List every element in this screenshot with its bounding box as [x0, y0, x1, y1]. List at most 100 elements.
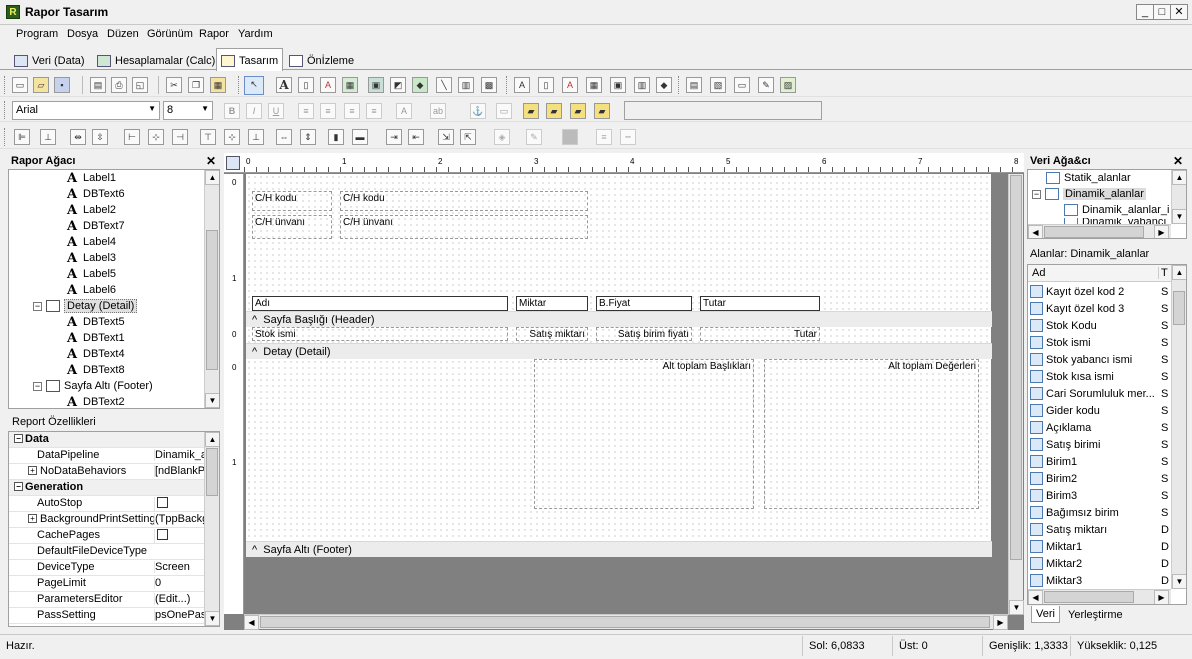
- close-icon[interactable]: ✕: [1173, 154, 1183, 168]
- fields-hscroll[interactable]: ◀ ▶: [1028, 589, 1171, 604]
- tree-item[interactable]: A DBText4: [65, 346, 125, 362]
- tab-data[interactable]: Veri (Data): [10, 50, 89, 70]
- tree-item[interactable]: A DBText1: [65, 330, 125, 346]
- ch-code-field[interactable]: C/H kodu: [340, 191, 588, 211]
- cut-icon[interactable]: ✂: [166, 77, 182, 93]
- select-arrow-icon[interactable]: ↖: [244, 76, 264, 95]
- field-row[interactable]: Cari Sorumluluk mer... S: [1028, 385, 1171, 402]
- tab-preview[interactable]: Önİzleme: [285, 50, 358, 70]
- align-right-edges-icon[interactable]: ⊣: [172, 129, 188, 145]
- richtext-tool-icon[interactable]: A: [320, 77, 336, 93]
- prop-row[interactable]: AutoStop: [9, 496, 216, 512]
- dbimage-tool-icon[interactable]: ▣: [610, 77, 626, 93]
- copy-icon[interactable]: ❐: [188, 77, 204, 93]
- calc-tool-icon[interactable]: ▦: [342, 77, 358, 93]
- tree-item-footer[interactable]: − Sayfa Altı (Footer): [33, 378, 153, 394]
- ruler-corner-icon[interactable]: [226, 156, 240, 170]
- prop-row[interactable]: PassSetting psOnePass: [9, 608, 216, 624]
- checkbox[interactable]: [157, 497, 168, 508]
- scroll-thumb[interactable]: [206, 448, 218, 496]
- align-right-icon[interactable]: ≡: [344, 103, 360, 119]
- 2dbarcode-tool-icon[interactable]: ▩: [481, 77, 497, 93]
- ch-title-label[interactable]: C/H ünvanı: [252, 215, 332, 239]
- scroll-right-icon[interactable]: ▶: [1154, 225, 1169, 238]
- detail-field-price[interactable]: Satış birim fiyatı: [596, 327, 692, 341]
- close-icon[interactable]: ✕: [206, 154, 216, 168]
- scroll-right-icon[interactable]: ▶: [993, 615, 1008, 630]
- field-row[interactable]: Bağımsız birim S: [1028, 504, 1171, 521]
- scroll-down-icon[interactable]: ▼: [1172, 574, 1186, 589]
- data-tree-item[interactable]: Statik_alanlar: [1046, 170, 1131, 186]
- font-name-combo[interactable]: Arial ▼: [12, 101, 160, 120]
- font-size-combo[interactable]: 8 ▼: [163, 101, 213, 120]
- field-row[interactable]: Açıklama S: [1028, 419, 1171, 436]
- menu-gorunum[interactable]: Görünüm: [147, 28, 193, 40]
- prop-row[interactable]: DeviceType Screen: [9, 560, 216, 576]
- align-lefts-icon[interactable]: ⊫: [14, 129, 30, 145]
- checkbox[interactable]: [157, 529, 168, 540]
- prop-row[interactable]: DataPipelineDinamik_alanlar: [9, 448, 216, 464]
- dbrichtext-tool-icon[interactable]: A: [562, 77, 578, 93]
- collapse-icon[interactable]: −: [33, 381, 42, 391]
- picture-tool-icon[interactable]: ◩: [390, 77, 406, 93]
- field-row[interactable]: Satış birimi S: [1028, 436, 1171, 453]
- dbchart-tool-icon[interactable]: ◆: [656, 77, 672, 93]
- tree-item[interactable]: A DBText6: [65, 186, 125, 202]
- paste-icon[interactable]: ▦: [210, 77, 226, 93]
- scroll-down-icon[interactable]: ▼: [205, 393, 219, 408]
- scroll-down-icon[interactable]: ▼: [205, 611, 219, 626]
- dbtext-tool-icon[interactable]: A: [514, 77, 530, 93]
- print-preview-icon[interactable]: ◱: [132, 77, 148, 93]
- field-row[interactable]: Miktar2 D: [1028, 555, 1171, 572]
- align-center-icon[interactable]: ≡: [320, 103, 336, 119]
- scroll-down-icon[interactable]: ▼: [1172, 209, 1186, 224]
- tree-item[interactable]: A DBText2: [65, 394, 125, 409]
- bold-icon[interactable]: B: [224, 103, 240, 119]
- send-back-icon[interactable]: ▰: [546, 103, 562, 119]
- menu-duzen[interactable]: Düzen: [107, 28, 139, 40]
- font-color-icon[interactable]: A: [396, 103, 412, 119]
- tab-veri[interactable]: Veri: [1031, 606, 1060, 623]
- tree-item[interactable]: A Label5: [65, 266, 116, 282]
- field-row[interactable]: Kayıt özel kod 2 S: [1028, 283, 1171, 300]
- field-row[interactable]: Kayıt özel kod 3 S: [1028, 300, 1171, 317]
- properties-scrollbar[interactable]: ▲ ▼: [204, 432, 219, 626]
- subreport-tool-icon[interactable]: ▧: [710, 77, 726, 93]
- expand-icon[interactable]: +: [28, 466, 37, 475]
- maximize-button[interactable]: □: [1153, 4, 1171, 20]
- tree-scrollbar[interactable]: ▲ ▼: [204, 170, 219, 408]
- nudge-icon[interactable]: ⊥: [40, 129, 56, 145]
- scroll-left-icon[interactable]: ◀: [1028, 225, 1043, 238]
- prop-row[interactable]: +NoDataBehaviors[ndBlankPage]: [9, 464, 216, 480]
- new-icon[interactable]: ▭: [12, 77, 28, 93]
- field-row[interactable]: Birim2 S: [1028, 470, 1171, 487]
- justify-icon[interactable]: ≡: [366, 103, 382, 119]
- print-icon[interactable]: ⎙: [111, 77, 127, 93]
- align-vcenter-icon[interactable]: ⊹: [224, 129, 240, 145]
- scroll-up-icon[interactable]: ▲: [1172, 170, 1186, 185]
- header-band-bar[interactable]: ^ Sayfa Başlığı (Header): [246, 311, 992, 327]
- field-row[interactable]: Stok kısa ismi S: [1028, 368, 1171, 385]
- center-horiz-icon[interactable]: ⇔: [276, 129, 292, 145]
- region-tool-icon[interactable]: ▤: [686, 77, 702, 93]
- save-icon[interactable]: ▪: [54, 77, 70, 93]
- align-hcenter-icon[interactable]: ⊹: [148, 129, 164, 145]
- line-style-icon[interactable]: ┅: [620, 129, 636, 145]
- bring-front-icon[interactable]: ▰: [523, 103, 539, 119]
- prop-row[interactable]: DefaultFileDeviceType: [9, 544, 216, 560]
- col-header-type[interactable]: T: [1158, 267, 1168, 279]
- menu-dosya[interactable]: Dosya: [67, 28, 98, 40]
- design-hscrollbar[interactable]: ◀ ▶: [244, 614, 1008, 630]
- ch-title-field[interactable]: C/H ünvanı: [340, 215, 588, 239]
- data-tree-hscroll[interactable]: ◀ ▶: [1028, 224, 1171, 238]
- dbmemo-tool-icon[interactable]: ▯: [538, 77, 554, 93]
- forward-icon[interactable]: ▰: [570, 103, 586, 119]
- field-row[interactable]: Satış miktarı D: [1028, 521, 1171, 538]
- scroll-down-icon[interactable]: ▼: [1009, 600, 1024, 615]
- fill-color-icon[interactable]: ◈: [494, 129, 510, 145]
- collapse-icon[interactable]: −: [14, 482, 23, 491]
- tab-calc[interactable]: Hesaplamalar (Calc): [93, 50, 219, 70]
- tee-chart-tool-icon[interactable]: ▨: [780, 77, 796, 93]
- scroll-thumb[interactable]: [1044, 591, 1134, 603]
- grow-width-icon[interactable]: ⇥: [386, 129, 402, 145]
